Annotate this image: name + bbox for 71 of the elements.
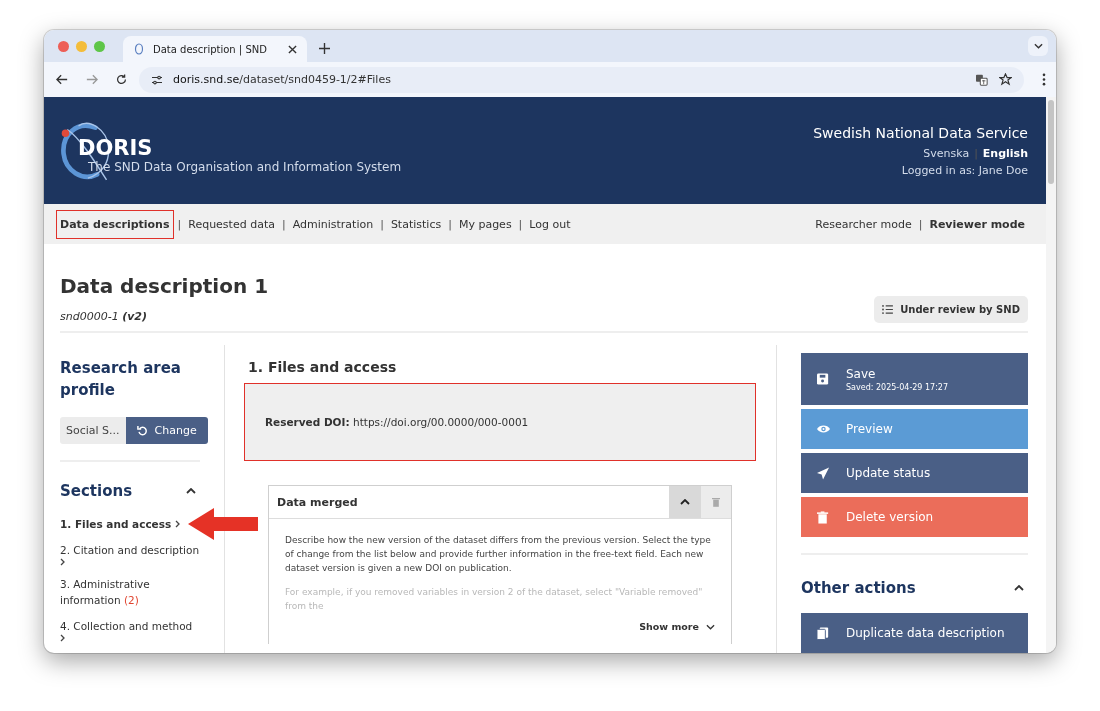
chevron-right-icon <box>60 558 65 566</box>
section-link[interactable]: 2. Citation and description <box>60 542 200 566</box>
section-heading: 1. Files and access <box>248 359 398 375</box>
scrollbar[interactable] <box>1046 97 1056 653</box>
panel-description: Describe how the new version of the dataset differs from the previous version. Select the type of change from the list below and provide further information in the free-text field. Each new dataset version is given a new DOI on publication. <box>285 534 712 575</box>
browser-tab[interactable]: Data description | SND <box>123 36 307 62</box>
profile-field: Social S... <box>60 417 126 444</box>
show-more-button[interactable]: Show more <box>639 619 715 634</box>
dataset-id: snd0000-1 (v2) <box>60 310 149 323</box>
separator: | <box>974 146 978 160</box>
site-settings-icon[interactable] <box>151 74 163 85</box>
menu-icon[interactable] <box>1042 73 1046 86</box>
save-icon <box>817 372 830 386</box>
scrollbar-thumb[interactable] <box>1048 100 1054 184</box>
nav-link[interactable]: Requested data <box>185 209 278 239</box>
section-link[interactable]: 4. Collection and method <box>60 618 200 642</box>
action-button[interactable]: Save Saved: 2025-04-29 17:27 <box>801 353 1028 405</box>
section-heading: Other actions <box>801 578 916 599</box>
copy-icon <box>817 626 830 640</box>
separator: | <box>918 217 923 231</box>
nav-link[interactable]: My pages <box>455 209 515 239</box>
nav-link[interactable]: Log out <box>526 209 574 239</box>
chevron-icon <box>680 499 690 505</box>
organisation-name: Swedish National Data Service <box>813 124 1028 141</box>
undo-icon <box>136 425 148 436</box>
nav-link[interactable]: Administration <box>289 209 377 239</box>
language-link[interactable]: Svenska <box>923 146 970 160</box>
mode-link[interactable]: Researcher mode <box>812 209 915 239</box>
trash-icon <box>712 497 720 507</box>
separator: | <box>448 217 452 231</box>
globe-icon <box>133 43 145 55</box>
nav-link[interactable]: Data descriptions <box>56 209 174 239</box>
mode-link[interactable]: Reviewer mode <box>926 209 1028 239</box>
chevron-down-icon <box>1033 43 1043 49</box>
forward-icon[interactable] <box>86 74 98 85</box>
action-button[interactable]: Duplicate data description <box>801 613 1028 653</box>
star-icon[interactable] <box>999 73 1012 86</box>
section-link[interactable]: 3. Administrative information (2) <box>60 576 200 608</box>
list-icon <box>882 305 894 314</box>
tab-search-button[interactable] <box>1028 36 1048 56</box>
collapse-icon[interactable] <box>186 488 196 494</box>
reload-icon[interactable] <box>116 74 127 85</box>
close-icon[interactable] <box>288 44 297 54</box>
panel-title: Data merged <box>276 494 359 511</box>
collapse-icon[interactable] <box>1014 585 1024 591</box>
separator: | <box>380 217 384 231</box>
translate-icon[interactable] <box>975 73 989 86</box>
section-heading: Research area profile <box>60 358 182 401</box>
collapse-button[interactable] <box>669 486 701 518</box>
chevron-right-icon <box>174 520 180 528</box>
language-link[interactable]: English <box>982 146 1028 160</box>
nav-link[interactable]: Statistics <box>387 209 445 239</box>
separator: | <box>518 217 523 231</box>
chevron-right-icon <box>60 634 65 642</box>
back-icon[interactable] <box>56 74 68 85</box>
chevron-down-icon <box>706 623 715 630</box>
section-link[interactable]: 1. Files and access <box>60 516 180 532</box>
section-heading: Sections <box>60 481 133 502</box>
separator: | <box>177 217 182 231</box>
trash-icon <box>817 510 830 524</box>
action-button[interactable]: Update status <box>801 453 1028 493</box>
close-window-button[interactable] <box>58 40 69 52</box>
status-badge: Under review by SND <box>874 296 1028 323</box>
page-title: Data description 1 <box>60 274 269 298</box>
doi-text: Reserved DOI: https://doi.org/00.0000/000-0001 <box>265 416 529 428</box>
address-bar[interactable]: doris.snd.se/dataset/snd0459-1/2#Files <box>139 66 1024 93</box>
login-status: Logged in as: Jane Doe <box>901 163 1028 177</box>
separator: | <box>281 217 286 231</box>
change-button[interactable]: Change <box>125 417 208 444</box>
paper-plane-icon <box>817 466 830 480</box>
new-tab-icon[interactable] <box>319 43 330 54</box>
